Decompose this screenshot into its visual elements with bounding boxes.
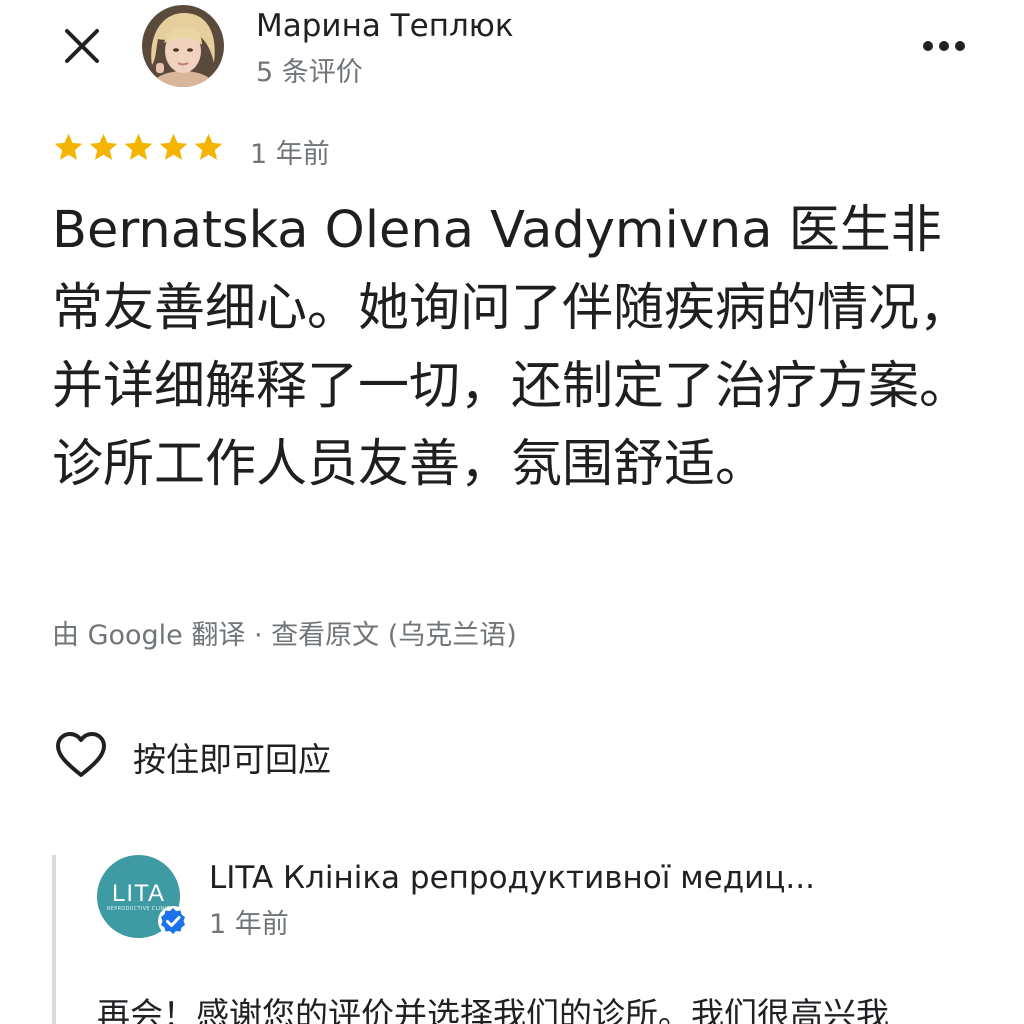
owner-reply-text: 再会！感谢您的评价并选择我们的诊所。我们很高兴我 (97, 995, 889, 1024)
star-icon (124, 133, 153, 160)
star-icon (194, 133, 223, 160)
review-count: 5 条评价 (256, 57, 363, 88)
view-original-link[interactable]: 查看原文 (乌克兰语) (271, 620, 517, 651)
star-rating (52, 131, 225, 164)
avatar-photo (142, 5, 224, 87)
review-text: Bernatska Olena Vadymivna 医生非常友善细心。她询问了伴… (52, 201, 971, 494)
star-icon (159, 133, 188, 160)
verified-badge-icon (158, 906, 188, 936)
owner-logo-text: LITA (112, 879, 165, 907)
close-button[interactable] (58, 22, 106, 70)
star-icon (89, 133, 118, 160)
translation-note: 由 Google 翻译 · 查看原文 (乌克兰语) (52, 613, 517, 652)
heart-outline-icon (56, 732, 106, 777)
like-hint: 按住即可回应 (133, 740, 331, 779)
star-icon (54, 133, 83, 160)
author-name[interactable]: Марина Теплюк (256, 8, 514, 44)
review-detail-page: Марина Теплюк 5 条评价 1 年前 Bernatska Olena… (0, 0, 1024, 1024)
response-divider (52, 855, 56, 1024)
close-icon (65, 29, 99, 63)
more-horizontal-icon (923, 41, 965, 51)
like-button[interactable] (52, 726, 110, 784)
owner-name[interactable]: LITA Клініка репродуктивної медиц... (209, 860, 815, 896)
owner-response-time: 1 年前 (209, 909, 289, 940)
translation-prefix: 由 Google 翻译 · (52, 620, 272, 651)
author-avatar[interactable] (142, 5, 224, 87)
more-options-button[interactable] (916, 28, 972, 64)
review-time: 1 年前 (250, 139, 330, 170)
